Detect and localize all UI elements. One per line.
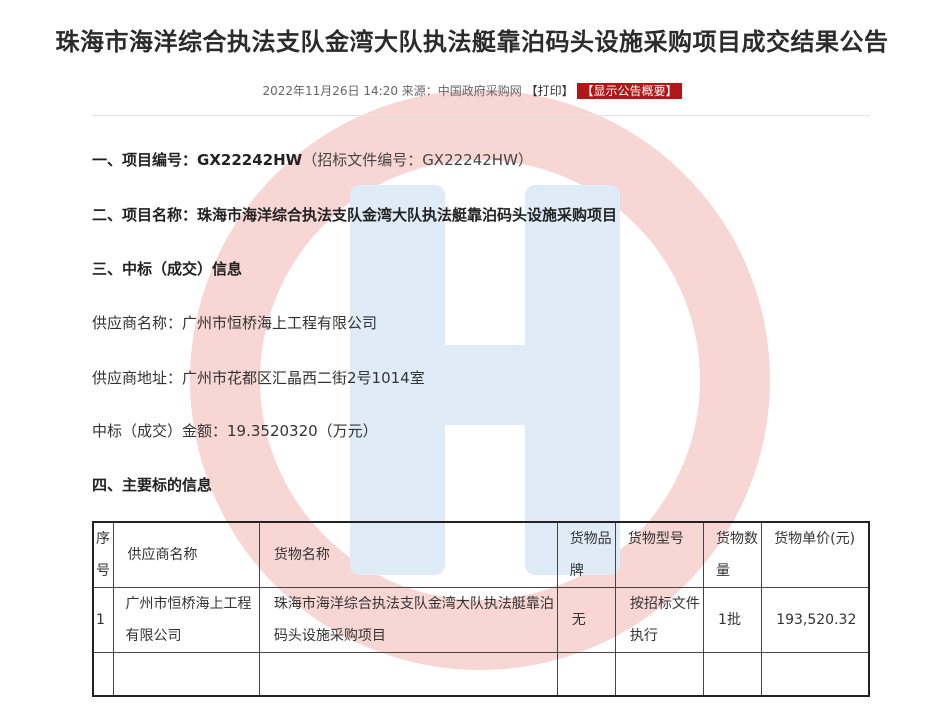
project-name-line: 二、项目名称：珠海市海洋综合执法支队金湾大队执法艇靠泊码头设施采购项目 bbox=[92, 204, 617, 225]
cell-unit-price: 193,520.32 bbox=[761, 587, 870, 653]
award-amount-line: 中标（成交）金额：19.3520320（万元） bbox=[92, 422, 378, 440]
project-number-value: GX22242HW bbox=[197, 151, 303, 169]
project-number-line: 一、项目编号：GX22242HW（招标文件编号：GX22242HW） bbox=[92, 149, 533, 170]
project-number-label: 一、项目编号： bbox=[92, 151, 198, 169]
header-quantity: 货物数量 bbox=[703, 521, 763, 588]
header-model: 货物型号 bbox=[614, 521, 705, 588]
print-link[interactable]: 【打印】 bbox=[526, 84, 574, 98]
header-seq: 序号 bbox=[92, 521, 114, 588]
page-title: 珠海市海洋综合执法支队金湾大队执法艇靠泊码头设施采购项目成交结果公告 bbox=[55, 28, 889, 56]
header-brand: 货物品牌 bbox=[556, 521, 616, 588]
table-row: 1 广州市恒桥海上工程有限公司 珠海市海洋综合执法支队金湾大队执法艇靠泊码头设施… bbox=[92, 587, 870, 653]
cell-seq: 1 bbox=[92, 587, 114, 653]
supplier-name-line: 供应商名称：广州市恒桥海上工程有限公司 bbox=[92, 314, 378, 332]
cell-brand: 无 bbox=[556, 587, 616, 653]
award-info-heading: 三、中标（成交）信息 bbox=[92, 260, 243, 278]
publish-date: 2022年11月26日 14:20 bbox=[262, 84, 398, 98]
show-summary-button[interactable]: 【显示公告概要】 bbox=[577, 83, 682, 99]
goods-info-heading: 四、主要标的信息 bbox=[92, 476, 213, 494]
cell-goods-name: 珠海市海洋综合执法支队金湾大队执法艇靠泊码头设施采购项目 bbox=[258, 587, 558, 653]
table-header-row: 序号 供应商名称 货物名称 货物品牌 货物型号 货物数量 货物单价(元) bbox=[92, 521, 870, 588]
header-supplier: 供应商名称 bbox=[112, 521, 260, 588]
table-row-empty bbox=[92, 652, 870, 697]
project-name-value: 珠海市海洋综合执法支队金湾大队执法艇靠泊码头设施采购项目 bbox=[197, 206, 618, 224]
header-unit-price: 货物单价(元) bbox=[761, 521, 870, 588]
tender-doc-number: （招标文件编号：GX22242HW） bbox=[302, 151, 533, 169]
goods-table: 序号 供应商名称 货物名称 货物品牌 货物型号 货物数量 货物单价(元) 1 广… bbox=[92, 521, 870, 697]
supplier-address-line: 供应商地址：广州市花都区汇晶西二街2号1014室 bbox=[92, 369, 425, 387]
cell-quantity: 1批 bbox=[703, 587, 763, 653]
meta-bar: 2022年11月26日 14:20 来源：中国政府采购网 【打印】 【显示公告概… bbox=[0, 82, 944, 99]
source-label: 来源：中国政府采购网 bbox=[401, 84, 522, 98]
cell-supplier: 广州市恒桥海上工程有限公司 bbox=[112, 587, 260, 653]
project-name-label: 二、项目名称： bbox=[92, 206, 198, 224]
header-divider bbox=[92, 115, 870, 116]
header-goods-name: 货物名称 bbox=[258, 521, 558, 588]
cell-model: 按招标文件执行 bbox=[614, 587, 705, 653]
announcement-page: 珠海市海洋综合执法支队金湾大队执法艇靠泊码头设施采购项目成交结果公告 2022年… bbox=[0, 0, 944, 707]
